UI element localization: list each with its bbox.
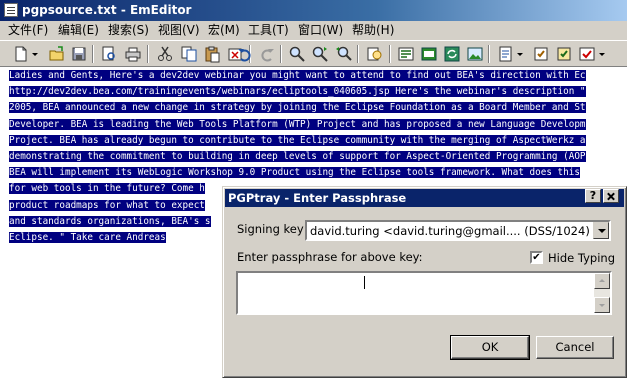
save-icon[interactable] bbox=[70, 45, 88, 63]
dialog-title: PGPtray - Enter Passphrase bbox=[228, 191, 407, 205]
word-wrap-icon[interactable] bbox=[397, 45, 415, 63]
editor-line: Ladies and Gents, Here's a dev2dev webin… bbox=[9, 70, 586, 81]
help-button[interactable]: ? bbox=[585, 189, 601, 203]
menu-macro[interactable]: 宏(M) bbox=[208, 23, 240, 38]
undo-icon[interactable] bbox=[236, 45, 254, 63]
menu-edit[interactable]: 编辑(E) bbox=[58, 23, 99, 38]
signing-key-value: david.turing <david.turing@gmail.... (DS… bbox=[310, 224, 590, 238]
toolbar-separator bbox=[280, 45, 282, 63]
customize-icon[interactable] bbox=[555, 45, 573, 63]
menu-bar: 文件(F) 编辑(E) 搜索(S) 视图(V) 宏(M) 工具(T) 窗口(W)… bbox=[0, 21, 627, 40]
print-icon[interactable] bbox=[124, 45, 142, 63]
macro-icon[interactable] bbox=[497, 45, 515, 63]
open-file-icon[interactable] bbox=[48, 45, 66, 63]
image-icon[interactable] bbox=[466, 45, 484, 63]
find-icon[interactable] bbox=[288, 45, 306, 63]
menu-tools[interactable]: 工具(T) bbox=[248, 23, 289, 38]
highlight-icon[interactable] bbox=[366, 45, 384, 63]
app-icon bbox=[4, 3, 18, 17]
editor-line: BEA will implement its WebLogic Workshop… bbox=[9, 167, 580, 179]
menu-search[interactable]: 搜索(S) bbox=[108, 23, 149, 38]
print-preview-icon[interactable] bbox=[100, 45, 118, 63]
menu-window[interactable]: 窗口(W) bbox=[298, 23, 343, 38]
new-file-icon[interactable] bbox=[12, 45, 30, 63]
window-title: pgpsource.txt - EmEditor bbox=[22, 3, 192, 17]
signing-key-label: Signing key : bbox=[237, 222, 312, 236]
new-file-dropdown[interactable] bbox=[31, 45, 39, 63]
paste-icon[interactable] bbox=[203, 45, 221, 63]
editor-line: Developer. BEA is leading the Web Tools … bbox=[9, 118, 586, 130]
signing-key-select[interactable]: david.turing <david.turing@gmail.... (DS… bbox=[305, 220, 611, 241]
scroll-up-icon[interactable] bbox=[594, 273, 610, 289]
menu-help[interactable]: 帮助(H) bbox=[352, 23, 394, 38]
ok-button[interactable]: OK bbox=[450, 335, 530, 360]
editor-line: Project. BEA has already begun to contri… bbox=[9, 134, 586, 146]
toolbar-separator bbox=[147, 45, 149, 63]
find-previous-icon[interactable] bbox=[334, 45, 352, 63]
toolbar-separator bbox=[488, 45, 490, 63]
vertical-scrollbar[interactable] bbox=[594, 273, 610, 313]
check-dropdown[interactable] bbox=[598, 45, 606, 63]
redo-icon[interactable] bbox=[258, 45, 276, 63]
chevron-down-icon[interactable] bbox=[593, 222, 609, 239]
menu-view[interactable]: 视图(V) bbox=[158, 23, 200, 38]
toolbar-separator bbox=[92, 45, 94, 63]
scroll-down-icon[interactable] bbox=[594, 297, 610, 313]
title-bar: pgpsource.txt - EmEditor bbox=[0, 0, 627, 21]
text-caret bbox=[364, 276, 365, 289]
hide-typing-checkbox[interactable]: ✔ bbox=[530, 251, 543, 264]
editor-line: http://dev2dev.bea.com/trainingevents/we… bbox=[9, 86, 586, 98]
close-button[interactable] bbox=[603, 189, 619, 203]
copy-icon[interactable] bbox=[180, 45, 198, 63]
passphrase-label: Enter passphrase for above key: bbox=[237, 250, 423, 264]
find-next-icon[interactable] bbox=[311, 45, 329, 63]
passphrase-dialog: PGPtray - Enter Passphrase ? Signing key… bbox=[222, 186, 627, 378]
dialog-title-bar[interactable]: PGPtray - Enter Passphrase bbox=[225, 189, 624, 207]
editor-line: demonstrating the commitment to building… bbox=[9, 151, 586, 163]
toolbar-separator bbox=[357, 45, 359, 63]
passphrase-input[interactable] bbox=[236, 271, 612, 315]
editor-line: 2005, BEA announced a new change in stra… bbox=[9, 102, 586, 114]
menu-file[interactable]: 文件(F) bbox=[8, 23, 48, 38]
toolbar-separator bbox=[389, 45, 391, 63]
properties-icon[interactable] bbox=[420, 45, 438, 63]
plugin-icon[interactable] bbox=[532, 45, 550, 63]
hide-typing-label[interactable]: Hide Typing bbox=[548, 251, 615, 265]
cancel-button[interactable]: Cancel bbox=[536, 336, 614, 359]
sync-icon[interactable] bbox=[443, 45, 461, 63]
macro-dropdown[interactable] bbox=[516, 45, 524, 63]
check-icon[interactable] bbox=[578, 45, 596, 63]
toolbar bbox=[0, 40, 627, 67]
cut-icon[interactable] bbox=[156, 45, 174, 63]
